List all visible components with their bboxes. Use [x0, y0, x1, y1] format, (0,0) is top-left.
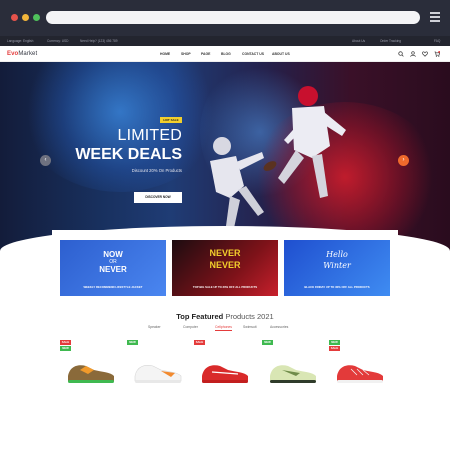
logo[interactable]: EvoMarket	[7, 51, 37, 57]
promo-caption: WEEKLY RECOMMEND LIFESTYLE JACKET	[83, 285, 143, 289]
promo-title-line-2: NEVER	[209, 260, 241, 270]
promo-title-line-1: NOW	[103, 250, 123, 259]
promo-title-line-1: NEVER	[209, 248, 241, 258]
promo-title-line-1: Hello	[326, 250, 348, 259]
discover-now-button[interactable]: DISCOVER NOW	[134, 192, 182, 203]
promo-card-never-never[interactable]: NEVER NEVER TOP BIG SALE UP TO 30% OFF A…	[172, 240, 278, 296]
hero-subtitle: Discount 20% On Products	[131, 168, 182, 173]
product-card[interactable]: NEW	[127, 340, 185, 386]
nav-contact-us[interactable]: CONTACT US	[242, 52, 264, 56]
tab-computer[interactable]: Computer	[183, 325, 198, 329]
featured-section-title: Top Featured Products 2021	[0, 312, 450, 321]
promo-card-now-or-never[interactable]: NOW OR NEVER WEEKLY RECOMMEND LIFESTYLE …	[60, 240, 166, 296]
promo-caption: BLACK FRIDAY UP TO 30% OFF ALL PRODUCTS	[304, 285, 370, 289]
promo-caption: TOP BIG SALE UP TO 30% OFF ALL PRODUCTS	[192, 285, 258, 289]
sneaker-image	[68, 365, 114, 383]
football-shape	[263, 161, 277, 171]
close-window-icon[interactable]	[11, 14, 18, 21]
helmet-shape	[213, 137, 231, 155]
tab-swimsuit[interactable]: Swimsuit	[243, 325, 257, 329]
tab-speaker[interactable]: Speaker	[148, 325, 161, 329]
hamburger-menu-icon[interactable]	[430, 12, 440, 22]
leg-shape	[278, 150, 304, 184]
new-badge: NEW	[127, 340, 138, 345]
hot-sale-badge: HOT SALE	[160, 117, 182, 123]
product-card[interactable]: SALE NEW	[60, 340, 118, 386]
help-phone: Need Help? (123) 456 789	[80, 39, 118, 43]
tab-accessories[interactable]: Accessories	[270, 325, 288, 329]
new-badge: NEW	[262, 340, 273, 345]
arm-shape	[236, 152, 264, 170]
minimize-window-icon[interactable]	[22, 14, 29, 21]
sneaker-image	[270, 365, 316, 383]
hero-title-line-1: LIMITED	[117, 127, 182, 144]
site-header: EvoMarket HOME SHOP PAGE BLOG CONTACT US…	[0, 46, 450, 62]
featured-title-light: Products 2021	[225, 312, 274, 321]
leg-shape	[238, 186, 264, 216]
leg-shape	[226, 196, 240, 228]
order-tracking-link[interactable]: Order Tracking	[380, 39, 401, 43]
football-players-image	[210, 86, 346, 228]
currency-selector[interactable]: Currency: USD	[47, 39, 68, 43]
sale-badge: SALE	[329, 346, 340, 351]
nav-blog[interactable]: BLOG	[221, 52, 231, 56]
browser-toolbar	[0, 0, 450, 36]
new-badge: NEW	[60, 346, 71, 351]
heart-icon[interactable]	[422, 51, 428, 57]
helmet-shape	[298, 86, 318, 106]
nav-page[interactable]: PAGE	[201, 52, 210, 56]
maximize-window-icon[interactable]	[33, 14, 40, 21]
sale-badge: SALE	[60, 340, 71, 345]
product-card[interactable]: NEW	[262, 340, 320, 386]
nav-home[interactable]: HOME	[160, 52, 170, 56]
promo-title-line-3: NEVER	[99, 265, 127, 274]
logo-brand: Evo	[7, 51, 19, 57]
nav-about-us[interactable]: ABOUT US	[272, 52, 290, 56]
slider-next-arrow-icon[interactable]: ›	[398, 155, 409, 166]
product-card[interactable]: NEW SALE	[329, 340, 387, 386]
product-card[interactable]: SALE	[194, 340, 252, 386]
top-info-bar: Language: English Currency: USD Need Hel…	[0, 36, 450, 46]
faq-link[interactable]: FAQ	[434, 39, 440, 43]
nav-shop[interactable]: SHOP	[181, 52, 191, 56]
sneaker-image	[134, 365, 182, 383]
featured-title-bold: Top Featured	[176, 312, 224, 321]
hero-title-line-2: WEEK DEALS	[75, 146, 182, 163]
user-icon[interactable]	[410, 51, 416, 57]
logo-rest: Market	[18, 51, 38, 57]
sale-badge: SALE	[194, 340, 205, 345]
new-badge: NEW	[329, 340, 340, 345]
promo-card-hello-winter[interactable]: Hello Winter BLACK FRIDAY UP TO 30% OFF …	[284, 240, 390, 296]
language-selector[interactable]: Language: English	[7, 39, 33, 43]
search-icon[interactable]	[398, 51, 404, 57]
about-link[interactable]: About Us	[352, 39, 365, 43]
slider-prev-arrow-icon[interactable]: ‹	[40, 155, 51, 166]
sneaker-image	[202, 365, 248, 383]
tab-cellphones[interactable]: Cellphones	[215, 325, 232, 331]
sneaker-image	[337, 365, 383, 383]
cart-icon[interactable]	[434, 51, 440, 57]
promo-title-line-2: Winter	[323, 261, 351, 270]
leg-shape	[312, 154, 328, 198]
address-bar[interactable]	[46, 11, 420, 24]
